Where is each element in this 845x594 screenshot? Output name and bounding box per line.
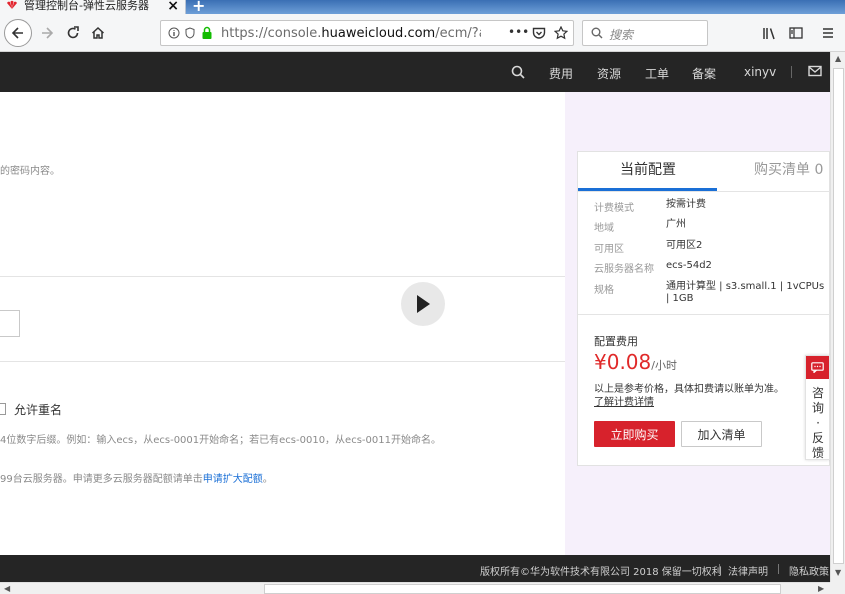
search-placeholder: 搜索 bbox=[609, 28, 634, 42]
feedback-label: 咨询·反馈 bbox=[811, 386, 824, 460]
active-tab-indicator bbox=[578, 188, 717, 191]
url-text[interactable]: https://console.huaweicloud.com/ecm/?age… bbox=[221, 26, 481, 41]
tracking-shield-icon[interactable] bbox=[185, 27, 195, 39]
scroll-left-icon[interactable]: ◀ bbox=[4, 584, 10, 593]
home-icon bbox=[91, 26, 105, 39]
browser-navbar: https://console.huaweicloud.com/ecm/?age… bbox=[0, 14, 845, 52]
search-icon[interactable] bbox=[511, 65, 525, 79]
tab-close-icon[interactable]: × bbox=[167, 0, 179, 14]
main-content: 的密码内容。 允许重名 4位数字后缀。例如：输入ecs，从ecs-0001开始命… bbox=[0, 92, 565, 555]
back-arrow-icon bbox=[11, 27, 23, 39]
forward-arrow-icon bbox=[42, 27, 54, 39]
vertical-scrollbar[interactable]: ▲ ▼ bbox=[830, 52, 845, 582]
nav-billing[interactable]: 费用 bbox=[549, 65, 573, 82]
mail-icon[interactable] bbox=[808, 65, 822, 77]
horizontal-scroll-thumb[interactable] bbox=[264, 584, 781, 594]
card-divider bbox=[578, 314, 831, 315]
page-actions-icon[interactable]: ••• bbox=[508, 25, 529, 39]
play-button[interactable] bbox=[401, 282, 445, 326]
apply-quota-link[interactable]: 申请扩大配额 bbox=[203, 474, 263, 485]
section-divider bbox=[0, 276, 565, 277]
horizontal-scrollbar[interactable]: ◀ ▶ bbox=[0, 582, 830, 594]
page-footer: 版权所有©华为软件技术有限公司 2018 保留一切权利 法律声明 隐私政策 bbox=[0, 555, 830, 582]
allow-rename-checkbox[interactable] bbox=[0, 403, 6, 415]
tab-divider bbox=[578, 191, 831, 192]
price-value: ¥0.08/小时 bbox=[594, 350, 677, 374]
price-unit: /小时 bbox=[651, 359, 677, 372]
huawei-logo-icon bbox=[7, 0, 17, 10]
scroll-up-icon[interactable]: ▲ bbox=[835, 54, 841, 63]
spec-label: 规格 bbox=[594, 285, 614, 296]
spec-value: 通用计算型 | s3.small.1 | 1vCPUs | 1GB bbox=[666, 281, 825, 304]
search-icon bbox=[591, 27, 603, 39]
quota-hint: 99台云服务器。申请更多云服务器配额请单击申请扩大配额。 bbox=[0, 474, 273, 485]
billing-mode-value: 按需计费 bbox=[666, 199, 706, 210]
footer-divider bbox=[719, 564, 720, 574]
scroll-down-icon[interactable]: ▼ bbox=[835, 568, 841, 577]
sidebar-toggle-icon[interactable] bbox=[789, 27, 803, 39]
buy-now-button[interactable]: 立即购买 bbox=[594, 421, 675, 447]
browser-tab[interactable]: 管理控制台-弹性云服务器 × bbox=[0, 0, 186, 14]
naming-hint: 4位数字后缀。例如：输入ecs，从ecs-0001开始命名；若已有ecs-001… bbox=[0, 435, 441, 446]
tab-current-config[interactable]: 当前配置 bbox=[620, 159, 676, 179]
info-icon[interactable] bbox=[168, 27, 180, 39]
user-menu[interactable]: xinyv bbox=[744, 65, 776, 79]
privacy-link[interactable]: 隐私政策 bbox=[789, 563, 829, 578]
secure-lock-icon[interactable] bbox=[201, 26, 213, 40]
header-divider bbox=[791, 66, 792, 78]
chat-icon bbox=[806, 356, 829, 379]
add-to-list-button[interactable]: 加入清单 bbox=[681, 421, 762, 447]
password-hint: 的密码内容。 bbox=[0, 166, 60, 177]
console-header: 费用 资源 工单 备案 xinyv bbox=[0, 52, 830, 92]
tab-title: 管理控制台-弹性云服务器 bbox=[24, 0, 149, 12]
copyright-text: 版权所有©华为软件技术有限公司 2018 保留一切权利 bbox=[480, 567, 722, 578]
nav-resources[interactable]: 资源 bbox=[597, 65, 621, 82]
legal-link[interactable]: 法律声明 bbox=[728, 563, 768, 578]
server-name-value: ecs-54d2 bbox=[666, 260, 712, 271]
az-label: 可用区 bbox=[594, 244, 624, 255]
config-card: 当前配置 购买清单 0 计费模式 按需计费 地域 广州 可用区 可用区2 云服务… bbox=[577, 151, 831, 466]
browser-search-bar[interactable]: 搜索 bbox=[582, 20, 708, 46]
url-bar[interactable]: https://console.huaweicloud.com/ecm/?age… bbox=[160, 20, 574, 46]
pocket-icon[interactable] bbox=[532, 27, 546, 40]
reload-button[interactable] bbox=[62, 22, 84, 44]
billing-details-link[interactable]: 了解计费详情 bbox=[594, 393, 654, 408]
billing-mode-label: 计费模式 bbox=[594, 203, 634, 214]
region-label: 地域 bbox=[594, 223, 614, 234]
nav-tickets[interactable]: 工单 bbox=[645, 65, 669, 82]
quantity-input[interactable] bbox=[0, 310, 20, 337]
region-value: 广州 bbox=[666, 219, 686, 230]
vertical-scroll-thumb[interactable] bbox=[833, 68, 844, 564]
footer-divider bbox=[778, 564, 779, 574]
reload-icon bbox=[67, 26, 79, 39]
library-icon[interactable] bbox=[762, 27, 778, 40]
section-divider bbox=[0, 361, 565, 362]
back-button[interactable] bbox=[4, 19, 32, 47]
hamburger-menu-icon[interactable] bbox=[822, 27, 834, 39]
consult-feedback-widget[interactable]: 咨询·反馈 bbox=[805, 355, 830, 460]
scroll-corner bbox=[830, 582, 845, 594]
home-button[interactable] bbox=[87, 22, 109, 44]
allow-rename-label: 允许重名 bbox=[14, 403, 63, 417]
forward-button[interactable] bbox=[36, 22, 58, 44]
fee-label: 配置费用 bbox=[594, 335, 638, 348]
play-icon bbox=[417, 295, 430, 313]
browser-tab-strip: 管理控制台-弹性云服务器 × + bbox=[0, 0, 845, 14]
scroll-right-icon[interactable]: ▶ bbox=[818, 584, 824, 593]
server-name-label: 云服务器名称 bbox=[594, 264, 654, 275]
bookmark-star-icon[interactable] bbox=[554, 26, 568, 40]
nav-filing[interactable]: 备案 bbox=[692, 65, 716, 82]
tab-shopping-list[interactable]: 购买清单 0 bbox=[754, 159, 823, 179]
new-tab-button[interactable]: + bbox=[192, 0, 205, 14]
az-value: 可用区2 bbox=[666, 240, 703, 251]
